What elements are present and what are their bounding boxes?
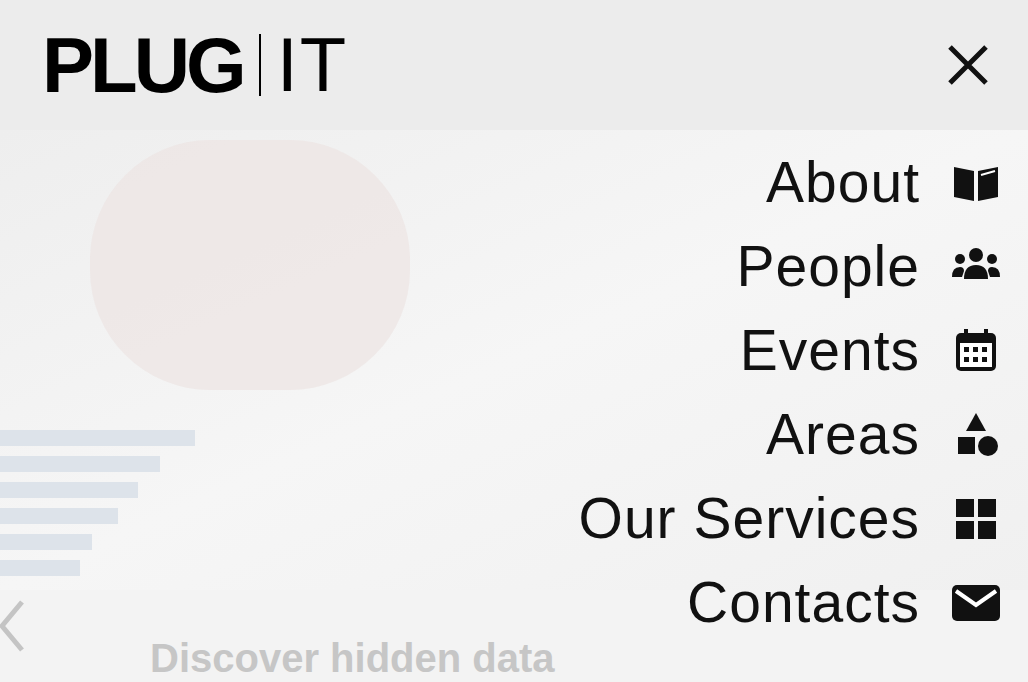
chevron-left-icon (0, 598, 24, 654)
prev-arrow[interactable] (0, 598, 24, 654)
hero-heading: Discover hidden data (150, 636, 555, 680)
site-header: PLUG IT (0, 0, 1028, 130)
menu-label: Contacts (687, 568, 920, 636)
menu-label: About (766, 148, 920, 216)
menu-label: Our Services (579, 484, 920, 552)
close-button[interactable] (944, 41, 992, 89)
people-icon (950, 243, 1002, 289)
menu-item[interactable]: Events (740, 308, 1002, 392)
close-icon (946, 43, 990, 87)
logo-brand: PLUG (42, 26, 243, 104)
logo-divider (259, 34, 261, 96)
menu-label: Areas (766, 400, 920, 468)
mail-icon (950, 579, 1002, 625)
main-menu: About People Events Areas Our Services Contac… (579, 140, 1002, 644)
calendar-icon (950, 327, 1002, 373)
book-icon (950, 159, 1002, 205)
menu-item[interactable]: About (766, 140, 1002, 224)
menu-item[interactable]: Our Services (579, 476, 1002, 560)
logo[interactable]: PLUG IT (42, 26, 348, 104)
menu-item[interactable]: People (737, 224, 1003, 308)
menu-label: Events (740, 316, 920, 384)
logo-suffix: IT (277, 27, 349, 103)
menu-item[interactable]: Contacts (687, 560, 1002, 644)
menu-label: People (737, 232, 921, 300)
shapes-icon (950, 411, 1002, 457)
grid-icon (950, 495, 1002, 541)
menu-item[interactable]: Areas (766, 392, 1002, 476)
